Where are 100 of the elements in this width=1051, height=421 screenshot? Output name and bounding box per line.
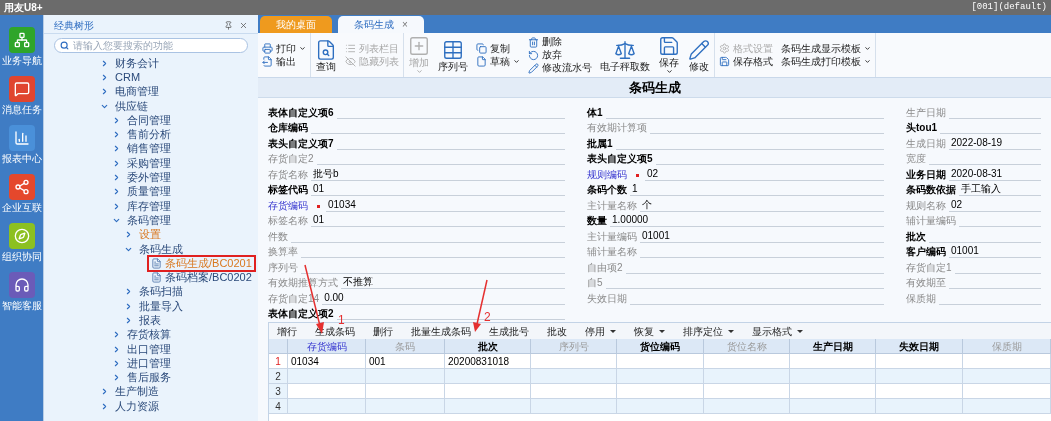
tree-item[interactable]: 委外管理 — [125, 171, 173, 184]
tree-item[interactable]: 库存管理 — [125, 199, 173, 213]
toolbar-button[interactable]: 打印 — [262, 42, 306, 55]
toolbar-button[interactable]: 放弃 — [528, 49, 592, 61]
input-field[interactable]: 02 — [645, 167, 884, 181]
chevron-right-icon[interactable] — [100, 387, 109, 397]
chevron-right-icon[interactable] — [124, 230, 133, 240]
tree-item[interactable]: 报表 — [137, 314, 163, 327]
column-header[interactable]: 存货编码 — [288, 339, 366, 354]
toolbar-button[interactable]: 修改 — [688, 38, 710, 72]
input-field[interactable]: 01 — [311, 183, 565, 196]
input-field[interactable]: 1.00000 — [610, 214, 884, 227]
grid-toolbar-button[interactable]: 删行 — [373, 323, 393, 339]
toolbar-button[interactable]: 保存 — [658, 35, 680, 75]
search-field[interactable]: 请输入您要搜索的功能 — [54, 38, 248, 53]
toolbar-button[interactable]: 保存格式 — [719, 55, 773, 68]
pin-icon[interactable] — [224, 21, 233, 30]
chevron-right-icon[interactable] — [100, 72, 109, 82]
toolbar-button[interactable]: 草稿 — [476, 55, 520, 68]
tree-item[interactable]: 财务会计 — [113, 56, 161, 70]
toolbar-button[interactable]: 条码生成打印模板 — [781, 55, 871, 68]
chevron-right-icon[interactable] — [112, 201, 121, 211]
tree-item[interactable]: 条码生成 — [137, 242, 185, 256]
tree-item[interactable]: 电商管理 — [113, 85, 161, 99]
close-tab-button[interactable]: × — [402, 17, 408, 32]
rail-button[interactable]: 消息任务 — [1, 76, 42, 115]
tree-item[interactable]: 批量导入 — [137, 299, 185, 313]
tree-item[interactable]: 质量管理 — [125, 185, 173, 199]
tree-item[interactable]: 供应链 — [113, 99, 150, 113]
tree-item[interactable]: 生产制造 — [113, 385, 161, 399]
input-field[interactable]: 手工输入 — [959, 183, 1041, 196]
input-field[interactable]: 批号b — [311, 167, 565, 181]
toolbar-button[interactable]: 删除 — [528, 36, 592, 48]
chevron-right-icon[interactable] — [112, 358, 121, 368]
grid-toolbar-button[interactable]: 批量生成条码 — [411, 323, 471, 339]
grid-toolbar-button[interactable]: 生成批号 — [489, 323, 529, 339]
column-header[interactable]: 货位编码 — [617, 339, 704, 354]
close-icon[interactable] — [239, 21, 248, 30]
chevron-right-icon[interactable] — [124, 301, 133, 311]
grid-toolbar-button[interactable]: 显示格式 — [752, 323, 803, 339]
tree-item[interactable]: 存货核算 — [125, 328, 173, 342]
tab[interactable]: 条码生成 × — [338, 16, 424, 33]
input-field[interactable]: 2022-08-19 — [949, 136, 1041, 150]
chevron-right-icon[interactable] — [112, 115, 121, 125]
input-field[interactable]: 02 — [949, 198, 1041, 212]
chevron-right-icon[interactable] — [100, 401, 109, 411]
rail-button[interactable]: 业务导航 — [1, 27, 42, 66]
grid-toolbar-button[interactable]: 排序定位 — [683, 323, 734, 339]
chevron-right-icon[interactable] — [100, 58, 109, 68]
chevron-right-icon[interactable] — [124, 316, 133, 325]
input-field[interactable]: 01 — [311, 214, 565, 227]
tree-item[interactable]: 人力资源 — [113, 399, 161, 413]
input-field[interactable]: 个 — [640, 198, 884, 212]
tree-item[interactable]: 条码扫描 — [137, 285, 185, 299]
toolbar-button[interactable]: 查询 — [315, 38, 337, 72]
tree-item[interactable]: CRM — [113, 70, 143, 84]
tree-item[interactable]: 合同管理 — [125, 113, 173, 127]
rail-button[interactable]: 组织协同 — [1, 223, 42, 262]
toolbar-button[interactable]: 输出 — [262, 55, 306, 68]
column-header[interactable]: 批次 — [445, 339, 531, 354]
chevron-right-icon[interactable] — [112, 187, 121, 197]
tree-item[interactable]: 销售管理 — [125, 142, 173, 156]
toolbar-button[interactable]: 修改流水号 — [528, 62, 592, 74]
grid-toolbar-button[interactable]: 批改 — [547, 323, 567, 339]
toolbar-button[interactable]: 条码生成显示模板 — [781, 42, 871, 55]
tree-item[interactable]: 条码档案/BC0202 — [149, 271, 254, 285]
input-field[interactable]: 1 — [630, 183, 884, 196]
chevron-right-icon[interactable] — [112, 373, 121, 383]
grid-toolbar-button[interactable]: 停用 — [585, 323, 616, 339]
tree-item[interactable]: 售后服务 — [125, 371, 173, 385]
rail-button[interactable]: 企业互联 — [1, 174, 42, 213]
chevron-right-icon[interactable] — [112, 158, 121, 168]
toolbar-button[interactable]: 序列号 — [438, 38, 468, 72]
grid-toolbar-button[interactable]: 增行 — [277, 323, 297, 339]
toolbar-button[interactable]: 复制 — [476, 42, 520, 55]
rail-button[interactable]: 智能客服 — [1, 272, 42, 311]
chevron-right-icon[interactable] — [112, 330, 121, 340]
tree-item[interactable]: 采购管理 — [125, 156, 173, 170]
rail-button[interactable]: 报表中心 — [1, 125, 42, 164]
column-header[interactable]: 失效日期 — [876, 339, 963, 354]
column-header[interactable]: 生产日期 — [790, 339, 876, 354]
input-field[interactable]: 01001 — [640, 229, 884, 243]
input-field[interactable]: 不推算 — [341, 276, 565, 289]
chevron-right-icon[interactable] — [112, 344, 121, 354]
tree-item[interactable]: 售前分析 — [125, 128, 173, 142]
grid-toolbar-button[interactable]: 恢复 — [634, 323, 665, 339]
input-field[interactable]: 01034 — [326, 198, 565, 212]
chevron-right-icon[interactable] — [112, 130, 121, 140]
tree-item[interactable]: 条码管理 — [125, 213, 173, 227]
input-field[interactable]: 01001 — [949, 245, 1041, 258]
field-label[interactable]: 存货编码 — [268, 199, 308, 212]
chevron-right-icon[interactable] — [124, 287, 133, 297]
tree-item[interactable]: 进口管理 — [125, 356, 173, 370]
input-field[interactable]: 0.00 — [322, 291, 565, 305]
chevron-right-icon[interactable] — [112, 144, 121, 154]
chevron-right-icon[interactable] — [112, 173, 121, 182]
field-label[interactable]: 规则编码 — [587, 168, 627, 181]
chevron-right-icon[interactable] — [100, 87, 109, 97]
toolbar-button[interactable]: 电子秤取数 — [600, 38, 650, 72]
tree-item[interactable]: 出口管理 — [125, 342, 173, 356]
